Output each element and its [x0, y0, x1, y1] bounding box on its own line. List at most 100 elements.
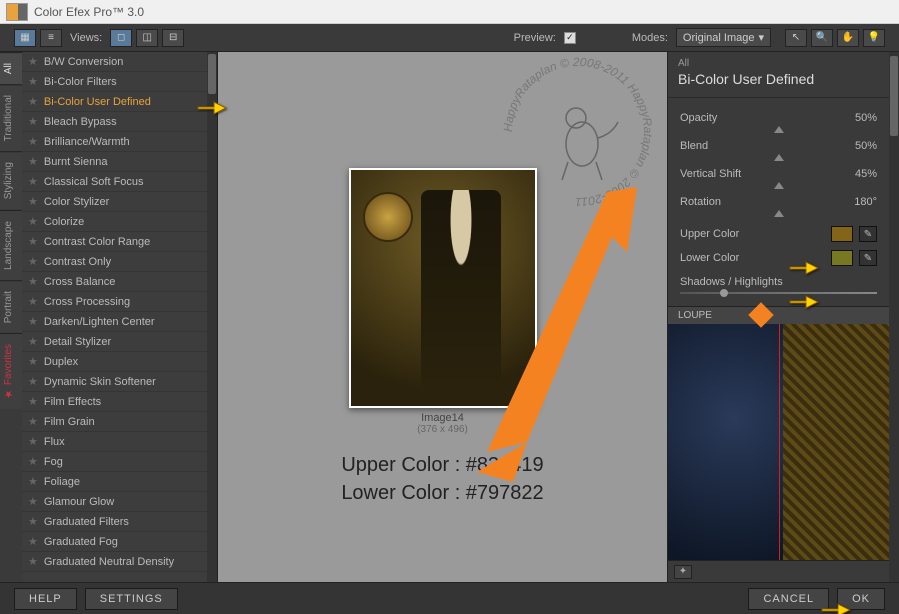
- thumb-mode-icon[interactable]: ▦: [14, 29, 36, 47]
- panel-crumb: All: [678, 58, 879, 69]
- filter-item[interactable]: ★Duplex: [22, 352, 217, 372]
- view-split-h-icon[interactable]: ⊟: [162, 29, 184, 47]
- filter-item[interactable]: ★Burnt Sienna: [22, 152, 217, 172]
- tab-traditional[interactable]: Traditional: [0, 84, 22, 151]
- footer-bar: HELP SETTINGS CANCEL OK: [0, 582, 899, 614]
- panel-scrollbar[interactable]: [889, 52, 899, 582]
- filter-item[interactable]: ★Foliage: [22, 472, 217, 492]
- filter-scrollbar[interactable]: [207, 52, 217, 582]
- filter-label: Cross Processing: [44, 296, 130, 308]
- filter-item[interactable]: ★Color Stylizer: [22, 192, 217, 212]
- pointer-icon[interactable]: ↖: [785, 29, 807, 47]
- star-icon: ★: [28, 535, 38, 548]
- tab-stylizing[interactable]: Stylizing: [0, 151, 22, 209]
- lower-color-eyedropper-icon[interactable]: ✎: [859, 250, 877, 266]
- pan-icon[interactable]: ✋: [837, 29, 859, 47]
- tab-all[interactable]: All: [0, 52, 22, 84]
- tab-landscape[interactable]: Landscape: [0, 210, 22, 280]
- filter-item[interactable]: ★Cross Processing: [22, 292, 217, 312]
- slider-track[interactable]: [680, 208, 877, 218]
- preview-pane: HappyRataplan © 2008-2011 HappyRataplan …: [218, 52, 667, 582]
- cancel-button[interactable]: CANCEL: [748, 588, 829, 610]
- filter-label: Bi-Color User Defined: [44, 96, 151, 108]
- ok-button[interactable]: OK: [837, 588, 885, 610]
- filter-item[interactable]: ★Colorize: [22, 212, 217, 232]
- filter-item[interactable]: ★Film Grain: [22, 412, 217, 432]
- filter-item[interactable]: ★Contrast Only: [22, 252, 217, 272]
- zoom-icon[interactable]: 🔍: [811, 29, 833, 47]
- upper-color-eyedropper-icon[interactable]: ✎: [859, 226, 877, 242]
- slider-handle-icon[interactable]: [774, 182, 784, 189]
- slider-track[interactable]: [680, 124, 877, 134]
- filter-list[interactable]: ★B/W Conversion★Bi-Color Filters ★ Bi-Colo…: [22, 52, 218, 582]
- tab-portrait[interactable]: Portrait: [0, 280, 22, 333]
- upper-color-swatch[interactable]: [831, 226, 853, 242]
- filter-label: Foliage: [44, 476, 80, 488]
- star-icon: ★: [28, 235, 38, 248]
- star-icon: ★: [28, 155, 38, 168]
- filter-label: Cross Balance: [44, 276, 116, 288]
- filter-item[interactable]: ★ Bi-Color User Defined: [22, 92, 217, 112]
- filter-label: Fog: [44, 456, 63, 468]
- filter-item[interactable]: ★Bleach Bypass: [22, 112, 217, 132]
- filter-label: Graduated Filters: [44, 516, 129, 528]
- star-icon: ★: [28, 215, 38, 228]
- star-icon: ★: [28, 495, 38, 508]
- filter-item[interactable]: ★B/W Conversion: [22, 52, 217, 72]
- star-icon: ★: [28, 435, 38, 448]
- slider-label: Rotation: [680, 196, 721, 208]
- filter-item[interactable]: ★Graduated Fog: [22, 532, 217, 552]
- star-icon: ★: [28, 395, 38, 408]
- filter-item[interactable]: ★Fog: [22, 452, 217, 472]
- slider-row: Rotation180°: [680, 196, 877, 208]
- lower-color-row: Lower Color ✎: [680, 250, 877, 266]
- filter-label: Bleach Bypass: [44, 116, 117, 128]
- filter-item[interactable]: ★Flux: [22, 432, 217, 452]
- filter-item[interactable]: ★Contrast Color Range: [22, 232, 217, 252]
- tab-favorites[interactable]: ★ Favorites: [0, 333, 22, 409]
- brand-logo: [6, 3, 28, 21]
- lower-color-swatch[interactable]: [831, 250, 853, 266]
- annotation-text: Upper Color : #836419 Lower Color : #797…: [341, 451, 543, 507]
- slider-value: 50%: [855, 140, 877, 152]
- slider-handle-icon[interactable]: [774, 154, 784, 161]
- help-button[interactable]: HELP: [14, 588, 77, 610]
- slider-track[interactable]: [680, 180, 877, 190]
- slider-value: 45%: [855, 168, 877, 180]
- view-single-icon[interactable]: ◻: [110, 29, 132, 47]
- star-icon: ★: [28, 335, 38, 348]
- filter-item[interactable]: ★Detail Stylizer: [22, 332, 217, 352]
- filter-item[interactable]: ★Graduated Filters: [22, 512, 217, 532]
- modes-dropdown[interactable]: Original Image ▾: [676, 28, 771, 47]
- shadows-slider[interactable]: [680, 292, 877, 294]
- filter-item[interactable]: ★Darken/Lighten Center: [22, 312, 217, 332]
- slider-handle-icon[interactable]: [774, 210, 784, 217]
- preview-label: Preview:: [514, 32, 556, 44]
- filter-scroll-thumb[interactable]: [208, 54, 216, 94]
- preview-checkbox[interactable]: ✓: [564, 32, 576, 44]
- filter-label: Darken/Lighten Center: [44, 316, 155, 328]
- slider-value: 50%: [855, 112, 877, 124]
- panel-scroll-thumb[interactable]: [890, 56, 898, 136]
- list-mode-icon[interactable]: ≡: [40, 29, 62, 47]
- filter-item[interactable]: ★Classical Soft Focus: [22, 172, 217, 192]
- filter-label: Film Grain: [44, 416, 95, 428]
- filter-item[interactable]: ★Glamour Glow: [22, 492, 217, 512]
- tips-icon[interactable]: 💡: [863, 29, 885, 47]
- filter-item[interactable]: ★ Cross Balance: [22, 272, 217, 292]
- filter-item[interactable]: ★Graduated Neutral Density: [22, 552, 217, 572]
- slider-handle-icon[interactable]: [774, 126, 784, 133]
- filter-item[interactable]: ★Film Effects: [22, 392, 217, 412]
- filter-item[interactable]: ★Dynamic Skin Softener: [22, 372, 217, 392]
- pin-icon[interactable]: ✦: [674, 565, 692, 579]
- slider-label: Vertical Shift: [680, 168, 741, 180]
- view-split-v-icon[interactable]: ◫: [136, 29, 158, 47]
- settings-button[interactable]: SETTINGS: [85, 588, 178, 610]
- star-icon: ★: [28, 95, 38, 108]
- star-icon: ★: [28, 555, 38, 568]
- filter-item[interactable]: ★Bi-Color Filters: [22, 72, 217, 92]
- filter-item[interactable]: ★Brilliance/Warmth: [22, 132, 217, 152]
- slider-track[interactable]: [680, 152, 877, 162]
- loupe-view[interactable]: [668, 324, 889, 560]
- star-icon: ★: [28, 275, 38, 288]
